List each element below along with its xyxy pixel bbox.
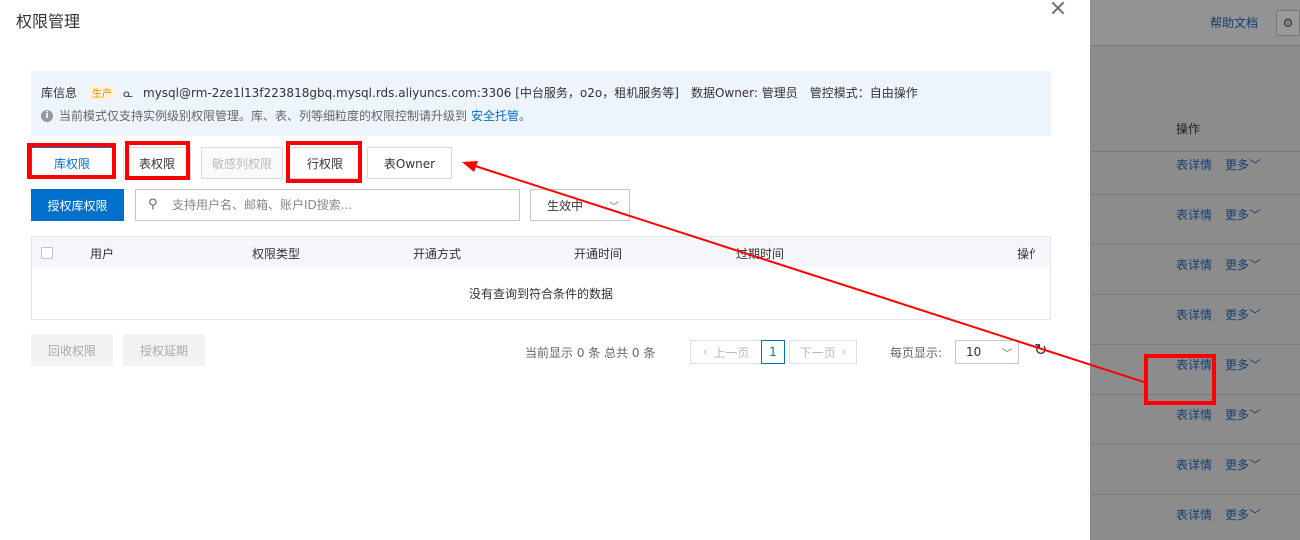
table-detail-link[interactable]: 表详情	[1176, 256, 1212, 273]
pagination-info: 当前显示 0 条 总共 0 条	[525, 346, 656, 360]
page-size-value: 10	[966, 345, 982, 359]
background-table-row: 表详情 更多﹀	[1090, 395, 1300, 445]
search-field[interactable]: ⚲	[135, 189, 520, 221]
next-page-button[interactable]: 下一页 ›	[789, 340, 857, 364]
tab-db-permission[interactable]: 库权限	[31, 147, 113, 179]
grant-db-permission-button[interactable]: 授权库权限	[31, 189, 124, 221]
tab-table-owner[interactable]: 表Owner	[367, 147, 452, 179]
table-detail-link[interactable]: 表详情	[1176, 456, 1212, 473]
page-number-current[interactable]: 1	[761, 340, 785, 364]
tab-table-permission[interactable]: 表权限	[123, 147, 191, 179]
data-owner: 数据Owner: 管理员	[690, 86, 798, 100]
chevron-down-icon: ﹀	[1249, 458, 1262, 472]
database-info-line: 库信息 生产 ᓇ mysql@rm-2ze1l13f223818gbq.mysq…	[41, 84, 918, 101]
more-menu[interactable]: 更多﹀	[1225, 506, 1261, 523]
pagination: ‹ 上一页 1 下一页 ›	[690, 340, 857, 364]
more-menu[interactable]: 更多﹀	[1225, 306, 1261, 323]
more-menu[interactable]: 更多﹀	[1225, 406, 1261, 423]
notice-end: 。	[519, 109, 532, 123]
database-info-label: 库信息	[41, 86, 78, 100]
permission-dialog: 权限管理 ✕ 库信息 生产 ᓇ mysql@rm-2ze1l13f223818g…	[0, 0, 1090, 540]
background-table-row: 表详情 更多﹀	[1090, 245, 1300, 295]
database-info-panel: 库信息 生产 ᓇ mysql@rm-2ze1l13f223818gbq.mysq…	[31, 71, 1051, 136]
dialog-title: 权限管理	[16, 12, 81, 31]
column-header-user: 用户	[90, 247, 115, 261]
close-icon[interactable]: ✕	[1046, 0, 1070, 22]
column-header-operation: 操作	[1017, 247, 1035, 261]
chevron-down-icon: ﹀	[1249, 158, 1262, 172]
more-menu[interactable]: 更多﹀	[1225, 256, 1261, 273]
help-docs-link[interactable]: 帮助文档	[1210, 14, 1258, 31]
more-menu[interactable]: 更多﹀	[1225, 456, 1261, 473]
background-table-row: 表详情 更多﹀	[1090, 345, 1300, 395]
secure-hosting-link[interactable]: 安全托管	[471, 107, 519, 124]
more-menu[interactable]: 更多﹀	[1225, 356, 1261, 373]
mysql-icon: ᓇ	[123, 85, 134, 100]
table-detail-link[interactable]: 表详情	[1176, 156, 1212, 173]
page-size-select[interactable]: 10 ﹀	[955, 340, 1019, 364]
column-header-expire-time: 过期时间	[736, 247, 785, 261]
column-header-grant-time: 开通时间	[574, 247, 623, 261]
background-table-row: 表详情 更多﹀	[1090, 295, 1300, 345]
table-detail-link[interactable]: 表详情	[1176, 306, 1212, 323]
search-input[interactable]	[172, 198, 502, 212]
tab-row-permission[interactable]: 行权限	[289, 147, 361, 179]
search-icon: ⚲	[148, 197, 158, 212]
table-detail-link[interactable]: 表详情	[1176, 206, 1212, 223]
chevron-left-icon: ‹	[702, 345, 708, 359]
column-header-grant-method: 开通方式	[413, 247, 462, 261]
prev-page-button[interactable]: ‹ 上一页	[690, 340, 762, 364]
chevron-down-icon: ﹀	[1249, 208, 1262, 222]
more-menu[interactable]: 更多﹀	[1225, 206, 1261, 223]
control-mode: 管控模式：自由操作	[809, 86, 918, 100]
chevron-down-icon: ﹀	[1249, 258, 1262, 272]
background-page: 帮助文档 ⚙ 操作 表详情 更多﹀ 表详情 更多﹀ 表详情 更多﹀ 表详情 更多…	[1090, 0, 1300, 540]
page-size-label: 每页显示:	[890, 346, 943, 360]
chevron-right-icon: ›	[841, 345, 847, 359]
operation-column-header: 操作	[1176, 122, 1201, 136]
extend-permission-button[interactable]: 授权延期	[123, 334, 205, 366]
chevron-down-icon: ﹀	[1249, 308, 1262, 322]
instance-address: mysql@rm-2ze1l13f223818gbq.mysql.rds.ali…	[143, 86, 679, 100]
background-table-row: 表详情 更多﹀	[1090, 145, 1300, 195]
tab-sensitive-column-permission[interactable]: 敏感列权限	[201, 147, 283, 179]
background-table-row: 表详情 更多﹀	[1090, 445, 1300, 495]
status-select[interactable]: 生效中 ﹀	[530, 189, 630, 221]
background-table-row: 表详情 更多﹀	[1090, 195, 1300, 245]
mode-notice: i 当前模式仅支持实例级别权限管理。库、表、列等细粒度的权限控制请升级到 安全托…	[41, 107, 531, 124]
environment-badge: 生产	[89, 85, 116, 100]
refresh-icon[interactable]: ↻	[1034, 341, 1047, 359]
table-detail-link[interactable]: 表详情	[1176, 356, 1212, 373]
chevron-down-icon: ﹀	[1249, 358, 1262, 372]
notice-text: 当前模式仅支持实例级别权限管理。库、表、列等细粒度的权限控制请升级到	[59, 109, 468, 123]
status-select-value: 生效中	[547, 198, 584, 213]
info-icon: i	[41, 109, 53, 122]
permission-table: 用户 权限类型 开通方式 开通时间 过期时间 操作 没有查询到符合条件的数据	[31, 236, 1051, 320]
chevron-down-icon: ﹀	[1249, 508, 1262, 522]
column-header-permission-type: 权限类型	[252, 247, 301, 261]
more-menu[interactable]: 更多﹀	[1225, 156, 1261, 173]
table-header: 用户 权限类型 开通方式 开通时间 过期时间 操作	[32, 237, 1050, 267]
revoke-permission-button[interactable]: 回收权限	[31, 334, 113, 366]
chevron-down-icon: ﹀	[1002, 349, 1012, 360]
chevron-down-icon: ﹀	[609, 202, 619, 213]
table-detail-link[interactable]: 表详情	[1176, 406, 1212, 423]
table-detail-link[interactable]: 表详情	[1176, 506, 1212, 523]
chevron-down-icon: ﹀	[1249, 408, 1262, 422]
background-table-row: 表详情 更多﹀	[1090, 495, 1300, 540]
empty-state: 没有查询到符合条件的数据	[468, 287, 613, 301]
gear-icon[interactable]: ⚙	[1276, 10, 1300, 36]
background-topbar: 帮助文档 ⚙	[1090, 0, 1300, 46]
select-all-checkbox[interactable]	[41, 247, 53, 259]
